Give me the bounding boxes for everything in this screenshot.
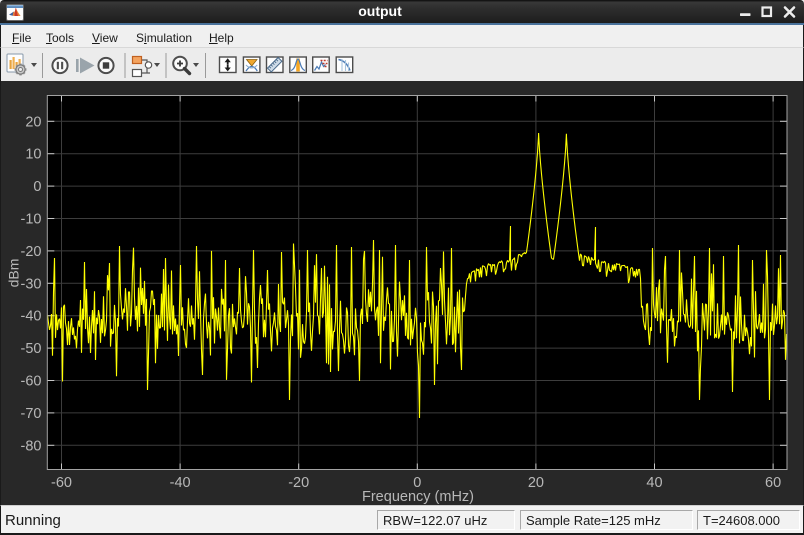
svg-text:-80: -80 — [21, 438, 42, 454]
svg-text:Frequency (mHz): Frequency (mHz) — [362, 489, 474, 505]
svg-text:-20: -20 — [288, 475, 309, 491]
svg-text:-10: -10 — [21, 212, 42, 228]
svg-text:-70: -70 — [21, 406, 42, 422]
svg-text:-60: -60 — [21, 374, 42, 390]
svg-text:20: 20 — [25, 114, 41, 130]
svg-text:-50: -50 — [21, 341, 42, 357]
svg-text:-40: -40 — [21, 309, 42, 325]
svg-text:-30: -30 — [21, 276, 42, 292]
svg-text:60: 60 — [765, 475, 781, 491]
svg-text:0: 0 — [33, 179, 41, 195]
svg-text:10: 10 — [25, 147, 41, 163]
svg-text:dBm: dBm — [6, 259, 22, 288]
svg-text:20: 20 — [528, 475, 544, 491]
svg-text:40: 40 — [646, 475, 662, 491]
svg-text:-40: -40 — [170, 475, 191, 491]
svg-text:-20: -20 — [21, 244, 42, 260]
svg-text:-60: -60 — [51, 475, 72, 491]
